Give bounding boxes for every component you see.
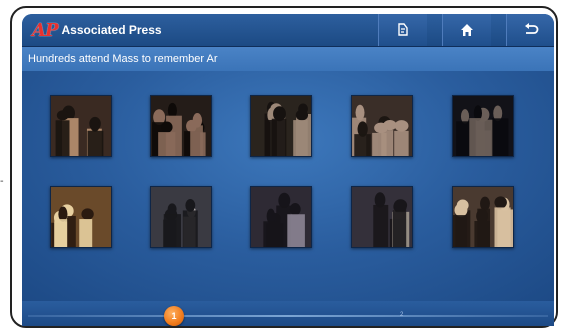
photo-thumb-5[interactable] xyxy=(452,95,514,157)
back-icon xyxy=(525,23,539,34)
page-slider-handle[interactable]: 1 xyxy=(164,306,184,326)
photo-thumb-5-image xyxy=(453,96,513,156)
photo-thumb-7-image xyxy=(151,187,211,247)
photo-thumb-9[interactable] xyxy=(351,186,413,248)
share-button[interactable] xyxy=(378,14,427,46)
photo-thumb-3-image xyxy=(251,96,311,156)
ap-logo-mark: AP xyxy=(32,19,58,41)
home-button[interactable] xyxy=(442,14,491,46)
story-headline: Hundreds attend Mass to remember Ar xyxy=(28,53,218,65)
page-marker-2[interactable]: 2 xyxy=(400,312,403,318)
share-icon xyxy=(398,23,408,36)
photo-thumb-3[interactable] xyxy=(250,95,312,157)
photo-gallery-grid xyxy=(22,71,554,301)
page-slider-track[interactable] xyxy=(28,315,548,317)
photo-thumb-6-image xyxy=(51,187,111,247)
photo-thumb-10-image xyxy=(453,187,513,247)
photo-thumb-8-image xyxy=(251,187,311,247)
photo-thumb-7[interactable] xyxy=(150,186,212,248)
app-logo: AP Associated Press xyxy=(32,20,162,41)
app-title: Associated Press xyxy=(61,23,162,37)
headline-bar: Hundreds attend Mass to remember Ar xyxy=(22,47,554,71)
photo-thumb-4-image xyxy=(352,96,412,156)
top-bar: AP Associated Press xyxy=(22,14,554,47)
photo-thumb-10[interactable] xyxy=(452,186,514,248)
home-icon xyxy=(461,24,473,36)
photo-thumb-9-image xyxy=(352,187,412,247)
page-slider[interactable]: 1 2 xyxy=(22,301,554,326)
photo-thumb-2-image xyxy=(151,96,211,156)
photo-thumb-2[interactable] xyxy=(150,95,212,157)
photo-thumb-1[interactable] xyxy=(50,95,112,157)
app-screen: AP Associated Press Hundreds attend Mass… xyxy=(22,14,554,326)
frame-side-mark: - xyxy=(0,176,4,187)
photo-thumb-1-image xyxy=(51,96,111,156)
photo-thumb-6[interactable] xyxy=(50,186,112,248)
back-button[interactable] xyxy=(506,14,554,46)
photo-thumb-4[interactable] xyxy=(351,95,413,157)
photo-thumb-8[interactable] xyxy=(250,186,312,248)
